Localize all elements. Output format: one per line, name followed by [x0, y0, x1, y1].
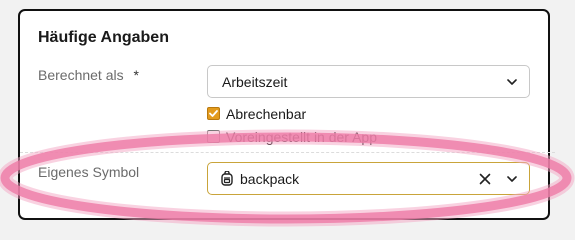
chevron-down-icon[interactable]: [505, 172, 519, 186]
section-divider: [20, 152, 555, 153]
symbol-select-value: backpack: [240, 170, 300, 187]
chevron-down-icon: [507, 78, 517, 85]
required-marker: *: [133, 67, 139, 83]
backpack-icon: [221, 171, 233, 186]
berechnet-label: Berechnet als *: [38, 67, 139, 83]
checkmark-icon: [209, 110, 218, 117]
symbol-label: Eigenes Symbol: [38, 164, 140, 180]
berechnet-label-text: Berechnet als: [38, 67, 124, 83]
voreingestellt-checkbox[interactable]: [207, 130, 220, 143]
section-title: Häufige Angaben: [38, 29, 169, 46]
voreingestellt-label: Voreingestellt in der App: [226, 129, 377, 145]
berechnet-select-value: Arbeitszeit: [222, 73, 288, 90]
abrechenbar-checkbox[interactable]: [207, 107, 220, 120]
symbol-select[interactable]: backpack: [207, 162, 530, 195]
abrechenbar-label: Abrechenbar: [226, 106, 307, 122]
berechnet-select[interactable]: Arbeitszeit: [207, 65, 530, 98]
clear-icon[interactable]: [478, 172, 492, 186]
